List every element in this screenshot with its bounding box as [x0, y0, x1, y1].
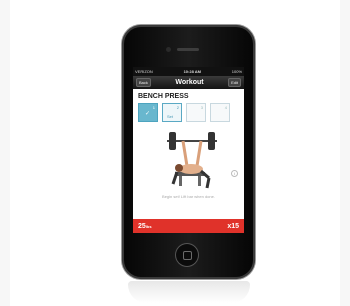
set-box-3[interactable]: 3	[186, 103, 206, 122]
nav-title: Workout	[175, 79, 204, 86]
earpiece-speaker	[177, 48, 199, 51]
set-number: 2	[176, 105, 179, 110]
home-square-icon	[183, 251, 192, 260]
phone-reflection	[128, 281, 250, 303]
set-box-2[interactable]: 2 Set	[162, 103, 182, 122]
reps-display[interactable]: x15	[227, 223, 239, 230]
front-camera	[166, 47, 171, 52]
set-number: 1	[152, 105, 155, 110]
set-box-1[interactable]: 1 ✓	[138, 103, 158, 122]
back-button[interactable]: Back	[136, 78, 151, 87]
weight-display[interactable]: 25lbs	[138, 223, 152, 230]
info-icon[interactable]: i	[231, 170, 238, 177]
weight-value: 25	[138, 222, 146, 230]
set-box-4[interactable]: 4	[210, 103, 230, 122]
set-label: Set	[167, 114, 174, 119]
set-number: 3	[200, 105, 203, 110]
bottom-bar: 25lbs x15	[133, 219, 244, 233]
instruction-text: Begin set! Lift bar when done.	[162, 194, 215, 199]
edit-button[interactable]: Edit	[228, 78, 241, 87]
set-number: 4	[224, 105, 227, 110]
set-tracker: 1 ✓ 2 Set 3 4	[138, 103, 244, 122]
weight-unit: lbs	[145, 223, 152, 229]
status-bar: VERIZON 10:28 AM 100%	[133, 67, 244, 76]
battery-label: 100%	[231, 69, 242, 74]
navigation-bar: Back Workout Edit	[133, 76, 244, 89]
carrier-label: VERIZON	[135, 69, 153, 74]
home-button[interactable]	[176, 244, 198, 266]
app-screen: VERIZON 10:28 AM 100% Back Workout Edit …	[133, 67, 244, 233]
status-time: 10:28 AM	[183, 69, 201, 74]
iphone-device: VERIZON 10:28 AM 100% Back Workout Edit …	[122, 25, 255, 279]
exercise-illustration-area: i	[133, 128, 244, 192]
checkmark-icon: ✓	[145, 111, 151, 117]
exercise-title: BENCH PRESS	[138, 93, 189, 100]
bench-press-illustration	[167, 132, 217, 189]
